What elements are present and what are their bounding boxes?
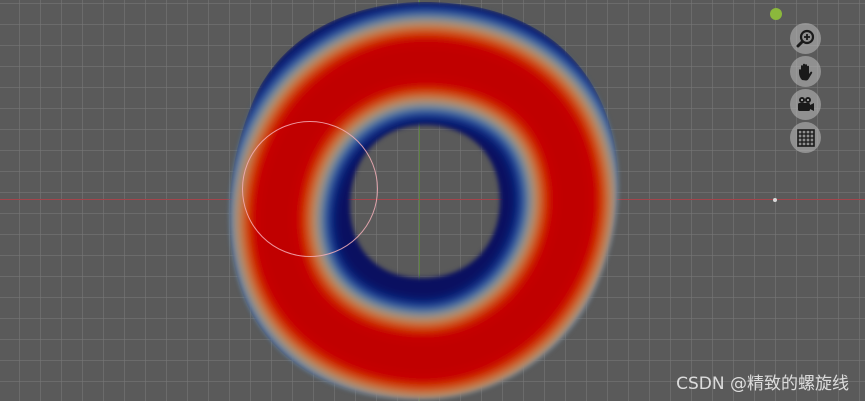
navigation-gizmo xyxy=(790,23,824,155)
grid-icon xyxy=(796,128,815,147)
pan-button[interactable] xyxy=(790,56,821,87)
status-indicator-dot xyxy=(770,8,782,20)
grid-toggle-button[interactable] xyxy=(790,122,821,153)
3d-viewport[interactable]: CSDN @精致的螺旋线 xyxy=(0,0,865,401)
camera-icon xyxy=(797,96,814,111)
watermark-text: CSDN @精致的螺旋线 xyxy=(676,374,849,394)
torus-mesh[interactable] xyxy=(0,0,865,401)
pan-hand-icon xyxy=(798,63,812,80)
camera-button[interactable] xyxy=(790,89,821,120)
origin-marker xyxy=(773,198,777,202)
brush-cursor-circle xyxy=(242,121,378,257)
zoom-button[interactable] xyxy=(790,23,821,54)
zoom-icon xyxy=(796,29,814,47)
